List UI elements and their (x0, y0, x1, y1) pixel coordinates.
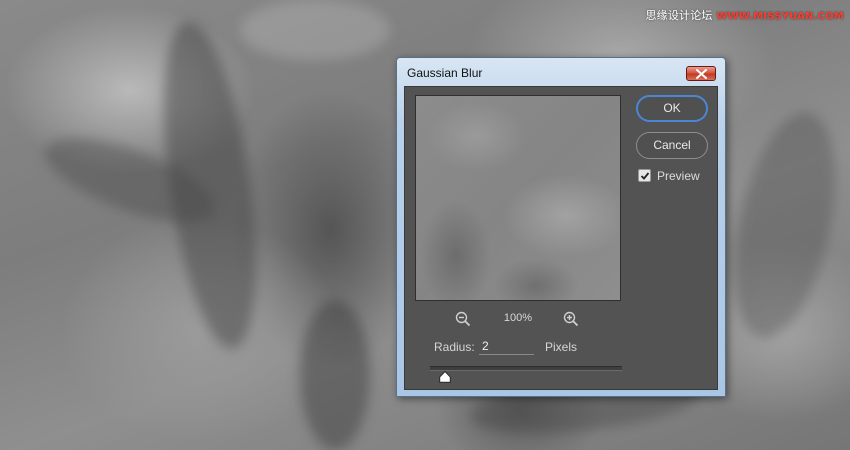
preview-image[interactable] (415, 95, 621, 301)
watermark-text: 思缘设计论坛 (645, 9, 713, 22)
unit-label: Pixels (545, 340, 578, 354)
radius-input[interactable] (479, 337, 534, 355)
radius-slider-thumb[interactable] (439, 371, 452, 383)
watermark-url: WWW.MISSYUAN.COM (716, 11, 844, 22)
cancel-button[interactable]: Cancel (636, 132, 708, 159)
watermark: 思缘设计论坛 WWW.MISSYUAN.COM (645, 7, 844, 23)
radius-label: Radius: (434, 340, 475, 354)
dialog-title: Gaussian Blur (407, 66, 483, 80)
dialog-content: 100% Radius: Pixels OK Cancel Preview (404, 86, 718, 390)
radius-slider-track[interactable] (430, 366, 622, 371)
zoom-level: 100% (503, 312, 533, 324)
ok-button[interactable]: OK (636, 95, 708, 122)
checkmark-icon (640, 172, 650, 180)
gaussian-blur-dialog: Gaussian Blur 100% Radius: Pixels (396, 57, 726, 397)
zoom-controls: 100% (415, 309, 621, 329)
zoom-out-icon[interactable] (455, 311, 471, 327)
preview-checkbox[interactable] (638, 169, 651, 182)
preview-label: Preview (657, 169, 700, 183)
close-icon (696, 69, 707, 79)
dialog-titlebar[interactable]: Gaussian Blur (397, 58, 725, 86)
zoom-in-icon[interactable] (563, 311, 579, 327)
close-button[interactable] (686, 66, 716, 81)
